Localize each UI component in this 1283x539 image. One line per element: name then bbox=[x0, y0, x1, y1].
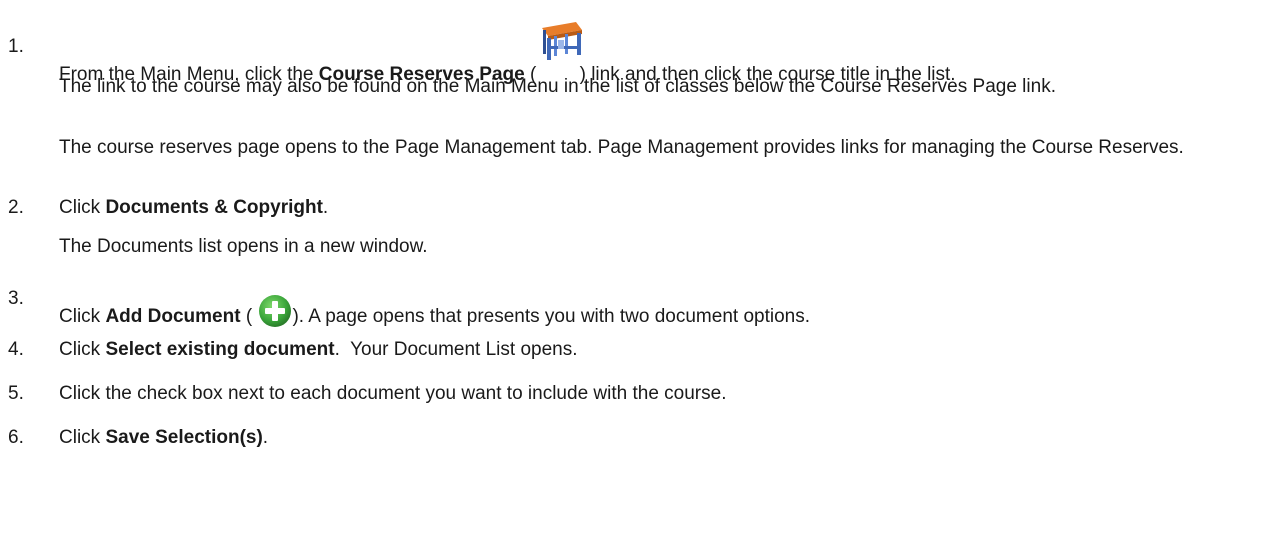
step-number: 1. bbox=[8, 36, 24, 57]
step-1-note-2: The course reserves page opens to the Pa… bbox=[59, 137, 1184, 158]
ui-label-add-document: Add Document bbox=[105, 306, 241, 327]
step-number: 5. bbox=[8, 383, 24, 404]
step-text: Click the check box next to each documen… bbox=[59, 383, 727, 404]
step-number: 6. bbox=[8, 427, 24, 448]
step-number: 4. bbox=[8, 339, 24, 360]
course-reserves-desk-icon bbox=[541, 22, 582, 60]
step-text: Click Add Document ( ). A page opens tha… bbox=[59, 288, 810, 328]
step-text: Click Save Selection(s). bbox=[59, 427, 269, 448]
ui-label-select-existing-document: Select existing document bbox=[105, 339, 335, 360]
add-plus-icon bbox=[259, 295, 292, 327]
step-2-note-1: The Documents list opens in a new window… bbox=[59, 236, 428, 257]
ui-label-documents-copyright: Documents & Copyright bbox=[105, 197, 323, 218]
step-1-note-1: The link to the course may also be found… bbox=[59, 76, 1056, 97]
instructions-page: { "steps": [ { "num": "1.", "pre": "From… bbox=[0, 0, 1283, 539]
step-text: Click Documents & Copyright. bbox=[59, 197, 329, 218]
step-number: 3. bbox=[8, 288, 24, 309]
step-text: Click Select existing document. Your Doc… bbox=[59, 339, 578, 360]
step-number: 2. bbox=[8, 197, 24, 218]
ui-label-save-selections: Save Selection(s) bbox=[105, 427, 263, 448]
